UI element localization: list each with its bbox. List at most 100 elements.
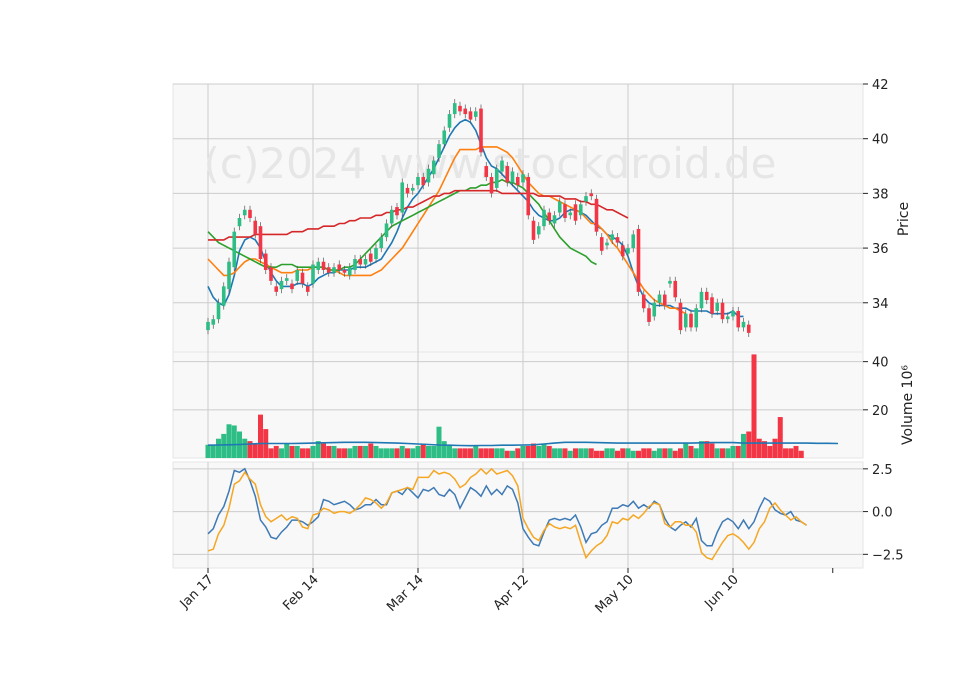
volume-bar xyxy=(489,448,494,458)
volume-bar xyxy=(389,448,395,458)
volume-bar xyxy=(420,443,426,458)
candle-body xyxy=(221,286,226,306)
candle-body xyxy=(421,176,426,186)
candle-body xyxy=(552,215,557,224)
volume-bar xyxy=(662,448,668,458)
x-tick-label: Jan 17 xyxy=(177,572,217,612)
volume-bar xyxy=(462,448,468,458)
volume-bar xyxy=(567,450,573,458)
price-axis-label: Price xyxy=(896,202,912,236)
volume-bar xyxy=(788,448,794,458)
candle-body xyxy=(515,176,520,186)
candle-body xyxy=(253,220,258,235)
volume-bar xyxy=(725,448,731,458)
y-tick-label: 40 xyxy=(872,133,889,148)
volume-bar xyxy=(415,445,421,458)
candle-body xyxy=(741,321,746,328)
candle-body xyxy=(652,302,657,317)
candle-body xyxy=(526,176,531,216)
volume-bar xyxy=(704,441,710,458)
candle-body xyxy=(715,302,720,311)
candle-body xyxy=(442,130,447,145)
candle-body xyxy=(426,168,431,183)
volume-bar xyxy=(373,445,379,458)
candle-body xyxy=(337,264,342,270)
y-tick-label: 20 xyxy=(872,404,889,419)
volume-bar xyxy=(767,445,773,458)
volume-bar xyxy=(221,433,227,458)
x-tick-label: Jun 10 xyxy=(702,572,742,612)
candle-body xyxy=(284,278,289,281)
volume-bar xyxy=(357,445,363,458)
volume-bar xyxy=(688,445,694,458)
volume-bar xyxy=(772,438,778,458)
y-tick-label: 2.5 xyxy=(872,463,893,478)
y-tick-label: 0.0 xyxy=(872,506,893,521)
volume-bar xyxy=(305,448,311,458)
candle-body xyxy=(521,174,525,183)
candle-body xyxy=(389,209,394,224)
candle-body xyxy=(227,261,231,290)
candle-body xyxy=(258,226,263,260)
volume-bar xyxy=(294,445,300,458)
volume-bar xyxy=(588,448,594,458)
candle-body xyxy=(662,294,667,306)
price-panel xyxy=(172,83,864,353)
volume-bar xyxy=(483,448,489,458)
candle-body xyxy=(279,280,284,290)
x-tick-label: Apr 12 xyxy=(491,572,532,613)
volume-bar xyxy=(468,448,473,458)
candle-body xyxy=(620,245,625,257)
candle-body xyxy=(405,187,410,194)
volume-bar xyxy=(594,450,599,458)
volume-bar xyxy=(452,448,458,458)
y-tick-label: 34 xyxy=(872,297,889,312)
volume-bar xyxy=(520,445,526,458)
candle-body xyxy=(248,209,252,218)
candle-body xyxy=(599,237,604,251)
volume-bar xyxy=(252,443,258,458)
candle-body xyxy=(332,267,336,273)
volume-bar xyxy=(783,448,788,458)
candle-body xyxy=(473,111,478,117)
candle-body xyxy=(494,168,499,188)
candle-body xyxy=(326,267,331,273)
candle-body xyxy=(563,204,567,218)
volume-bar xyxy=(562,448,568,458)
y-tick-label: 38 xyxy=(872,187,889,202)
candle-body xyxy=(269,267,273,281)
volume-bar xyxy=(457,448,463,458)
volume-bar xyxy=(321,443,326,458)
y-tick-label: −2.5 xyxy=(872,548,904,563)
volume-bar xyxy=(541,443,547,458)
volume-bar xyxy=(651,450,657,458)
candle-body xyxy=(368,253,373,262)
volume-bar xyxy=(363,445,368,458)
candle-body xyxy=(610,234,615,240)
candle-body xyxy=(452,103,457,115)
candle-body xyxy=(589,193,594,197)
x-tick-label: May 10 xyxy=(593,572,637,616)
candle-body xyxy=(678,302,683,331)
candle-body xyxy=(636,228,641,292)
volume-bar xyxy=(636,450,641,458)
candle-body xyxy=(573,204,578,221)
volume-bar xyxy=(515,448,521,458)
candle-body xyxy=(232,231,237,268)
volume-bar xyxy=(620,448,626,458)
candle-body xyxy=(668,280,672,284)
candle-body xyxy=(720,302,725,320)
candle-body xyxy=(536,226,541,235)
volume-bar xyxy=(546,445,552,458)
volume-bar xyxy=(552,448,557,458)
volume-bar xyxy=(714,448,720,458)
volume-bar xyxy=(720,448,725,458)
candle-body xyxy=(641,294,646,309)
volume-bar xyxy=(693,448,699,458)
volume-bar xyxy=(583,448,589,458)
candle-body xyxy=(605,242,609,246)
candle-body xyxy=(242,209,247,216)
candle-body xyxy=(316,261,321,270)
candle-body xyxy=(626,248,630,254)
candle-body xyxy=(694,308,699,328)
